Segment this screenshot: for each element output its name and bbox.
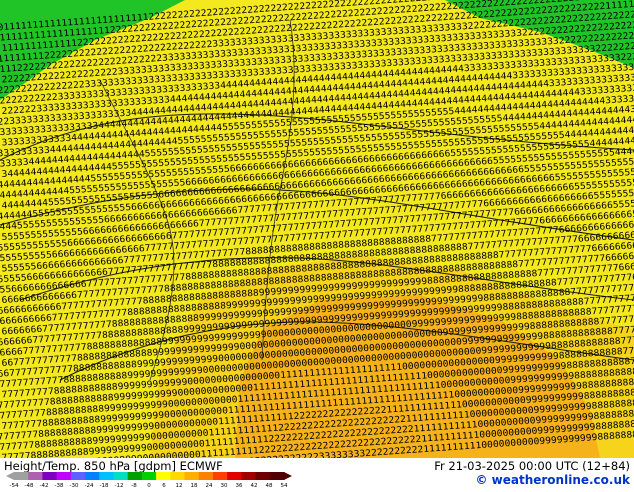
legend-swatch bbox=[255, 472, 271, 480]
legend-tick-label: 6 bbox=[162, 483, 166, 488]
legend-swatch bbox=[170, 472, 186, 480]
legend-tick-label: 36 bbox=[236, 483, 243, 488]
legend-swatch bbox=[113, 472, 129, 480]
color-scale-legend: -54 -48 -42 -38 -30 -24 -18 -12 -8 0 6 12 18 24 30 36 42… bbox=[4, 472, 294, 489]
footer: Height/Temp. 850 hPa [gdpm] ECMWF Fr 21-… bbox=[0, 458, 634, 490]
map-canvas: 0111111111111111111111111122222222222222… bbox=[0, 0, 634, 458]
legend-swatch bbox=[99, 472, 114, 480]
weather-map[interactable]: 0111111111111111111111111122222222222222… bbox=[0, 0, 634, 458]
legend-swatch bbox=[14, 472, 29, 480]
legend-tick-label: -48 bbox=[25, 483, 34, 488]
credit-link[interactable]: © weatheronline.co.uk bbox=[475, 473, 630, 487]
legend-tick-label: 12 bbox=[176, 483, 183, 488]
legend-tick-label: -24 bbox=[85, 483, 94, 488]
legend-swatch bbox=[56, 472, 72, 480]
legend-arrow-right bbox=[284, 472, 292, 480]
legend-swatch bbox=[184, 472, 200, 480]
legend-tick-label: -30 bbox=[70, 483, 79, 488]
legend-swatch bbox=[141, 472, 157, 480]
legend-swatch bbox=[70, 472, 86, 480]
legend-tick-label: 42 bbox=[251, 483, 258, 488]
legend-swatch bbox=[198, 472, 214, 480]
legend-swatch bbox=[85, 472, 100, 480]
legend-swatch bbox=[227, 472, 242, 480]
legend-tick-label: 24 bbox=[206, 483, 213, 488]
value-digits: 0111111111111111111111111122222222222222… bbox=[0, 0, 634, 458]
legend-tick-label: -8 bbox=[131, 483, 137, 488]
legend-tick-label: 18 bbox=[191, 483, 198, 488]
legend-swatch bbox=[212, 472, 228, 480]
legend-tick-label: 48 bbox=[266, 483, 273, 488]
legend-swatch bbox=[28, 472, 43, 480]
legend-swatch bbox=[42, 472, 58, 480]
legend-swatch bbox=[127, 472, 143, 480]
legend-swatch bbox=[156, 472, 171, 480]
valid-time: Fr 21-03-2025 00:00 UTC (12+84) bbox=[434, 459, 630, 473]
legend-arrow-left bbox=[6, 472, 14, 480]
legend-tick-label: 54 bbox=[281, 483, 288, 488]
map-title: Height/Temp. 850 hPa [gdpm] ECMWF bbox=[4, 459, 223, 473]
legend-tick-label: -38 bbox=[55, 483, 64, 488]
legend-tick-label: -54 bbox=[10, 483, 19, 488]
legend-swatch bbox=[241, 472, 257, 480]
legend-tick-label: -12 bbox=[115, 483, 124, 488]
legend-tick-label: -18 bbox=[100, 483, 109, 488]
legend-tick-label: 30 bbox=[221, 483, 228, 488]
legend-tick-label: -42 bbox=[40, 483, 49, 488]
legend-tick-label: 0 bbox=[147, 483, 151, 488]
legend-swatch bbox=[269, 472, 285, 480]
